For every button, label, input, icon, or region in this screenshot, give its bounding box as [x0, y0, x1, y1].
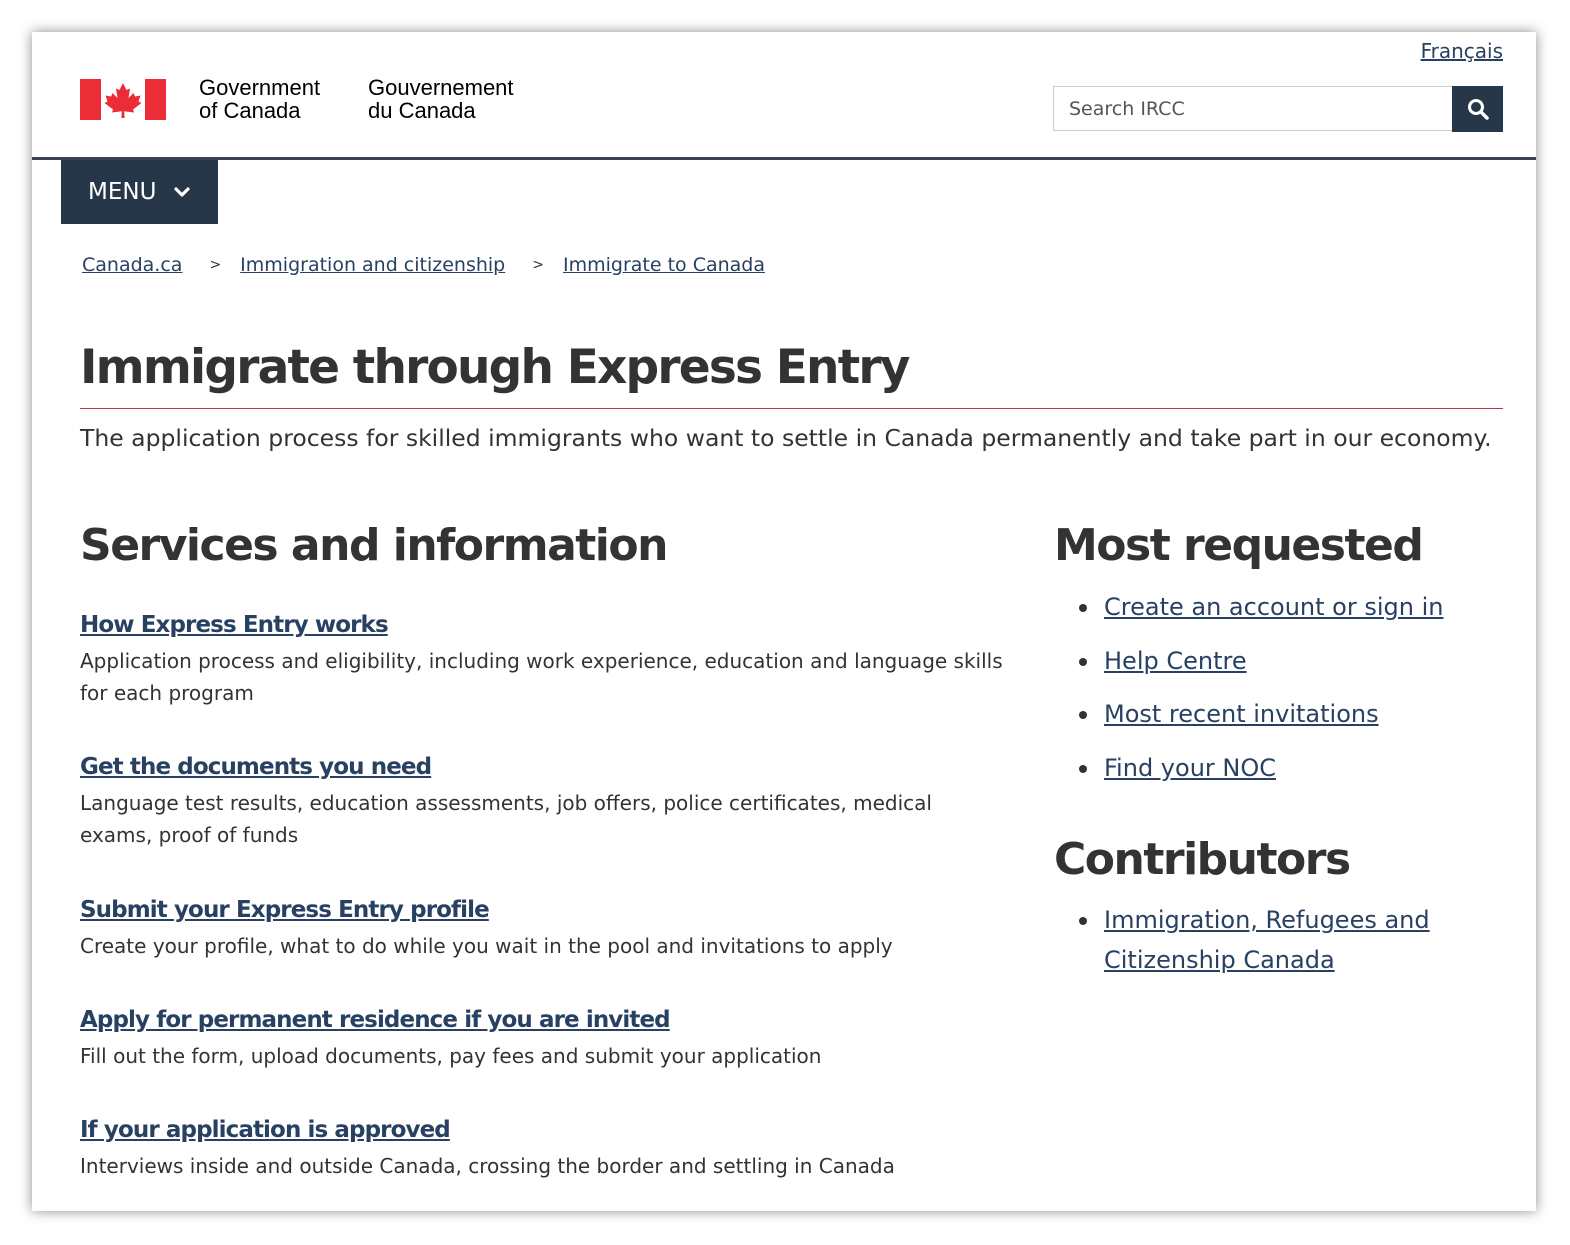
service-item: How Express Entry works Application proc… — [80, 612, 1010, 709]
service-link-how-express-entry-works[interactable]: How Express Entry works — [80, 612, 389, 638]
service-link-get-documents[interactable]: Get the documents you need — [80, 754, 432, 780]
list-item: Most recent invitations — [1054, 694, 1494, 734]
contributors-heading: Contributors — [1054, 834, 1351, 885]
service-description: Application process and eligibility, inc… — [80, 649, 1003, 705]
signature-english: Government of Canada — [199, 76, 320, 122]
service-description: Language test results, education assessm… — [80, 791, 932, 847]
search-icon — [1467, 99, 1489, 120]
link-help-centre[interactable]: Help Centre — [1104, 647, 1247, 675]
signature-en-line2: of Canada — [199, 98, 301, 123]
list-item: Immigration, Refugees and Citizenship Ca… — [1054, 900, 1494, 980]
breadcrumb-immigrate-to-canada[interactable]: Immigrate to Canada — [563, 254, 765, 276]
breadcrumb-canada-ca[interactable]: Canada.ca — [82, 254, 182, 276]
service-description: Create your profile, what to do while yo… — [80, 934, 893, 958]
page-lead: The application process for skilled immi… — [80, 424, 1492, 452]
service-description: Fill out the form, upload documents, pay… — [80, 1044, 822, 1068]
page: Français Government of Canada Gouverneme… — [32, 32, 1536, 1211]
service-item: Get the documents you need Language test… — [80, 754, 1010, 851]
contributors-list: Immigration, Refugees and Citizenship Ca… — [1054, 900, 1494, 980]
signature-fr-line1: Gouvernement — [368, 75, 514, 100]
page-title: Immigrate through Express Entry — [80, 340, 910, 395]
signature-fr-line2: du Canada — [368, 98, 476, 123]
link-most-recent-invitations[interactable]: Most recent invitations — [1104, 700, 1379, 728]
signature-french: Gouvernement du Canada — [368, 76, 514, 122]
breadcrumb-separator: > — [532, 257, 544, 273]
service-link-apply-permanent-residence[interactable]: Apply for permanent residence if you are… — [80, 1007, 671, 1033]
breadcrumb-separator: > — [209, 257, 222, 273]
canada-flag-icon[interactable] — [80, 79, 166, 120]
service-item: Submit your Express Entry profile Create… — [80, 897, 1010, 962]
search-input[interactable] — [1053, 86, 1452, 131]
title-divider — [80, 408, 1503, 409]
menu-label: MENU — [88, 179, 157, 205]
service-link-submit-profile[interactable]: Submit your Express Entry profile — [80, 897, 490, 923]
service-item: If your application is approved Intervie… — [80, 1117, 1010, 1182]
search-button[interactable] — [1452, 86, 1503, 132]
service-link-application-approved[interactable]: If your application is approved — [80, 1117, 451, 1143]
link-create-account-sign-in[interactable]: Create an account or sign in — [1104, 593, 1443, 621]
service-item: Apply for permanent residence if you are… — [80, 1007, 1010, 1072]
most-requested-list: Create an account or sign in Help Centre… — [1054, 587, 1494, 801]
header-divider — [32, 157, 1536, 160]
service-description: Interviews inside and outside Canada, cr… — [80, 1154, 895, 1178]
language-toggle-link[interactable]: Français — [1421, 39, 1503, 63]
chevron-down-icon — [174, 187, 191, 197]
link-ircc[interactable]: Immigration, Refugees and Citizenship Ca… — [1104, 906, 1430, 974]
services-heading: Services and information — [80, 520, 668, 571]
list-item: Find your NOC — [1054, 748, 1494, 788]
breadcrumb-immigration-citizenship[interactable]: Immigration and citizenship — [240, 254, 505, 276]
list-item: Help Centre — [1054, 641, 1494, 681]
link-find-your-noc[interactable]: Find your NOC — [1104, 754, 1276, 782]
list-item: Create an account or sign in — [1054, 587, 1494, 627]
signature-en-line1: Government — [199, 75, 321, 100]
most-requested-heading: Most requested — [1054, 520, 1424, 571]
breadcrumb: Canada.ca > Immigration and citizenship … — [82, 254, 765, 276]
menu-button[interactable]: MENU — [61, 160, 218, 224]
